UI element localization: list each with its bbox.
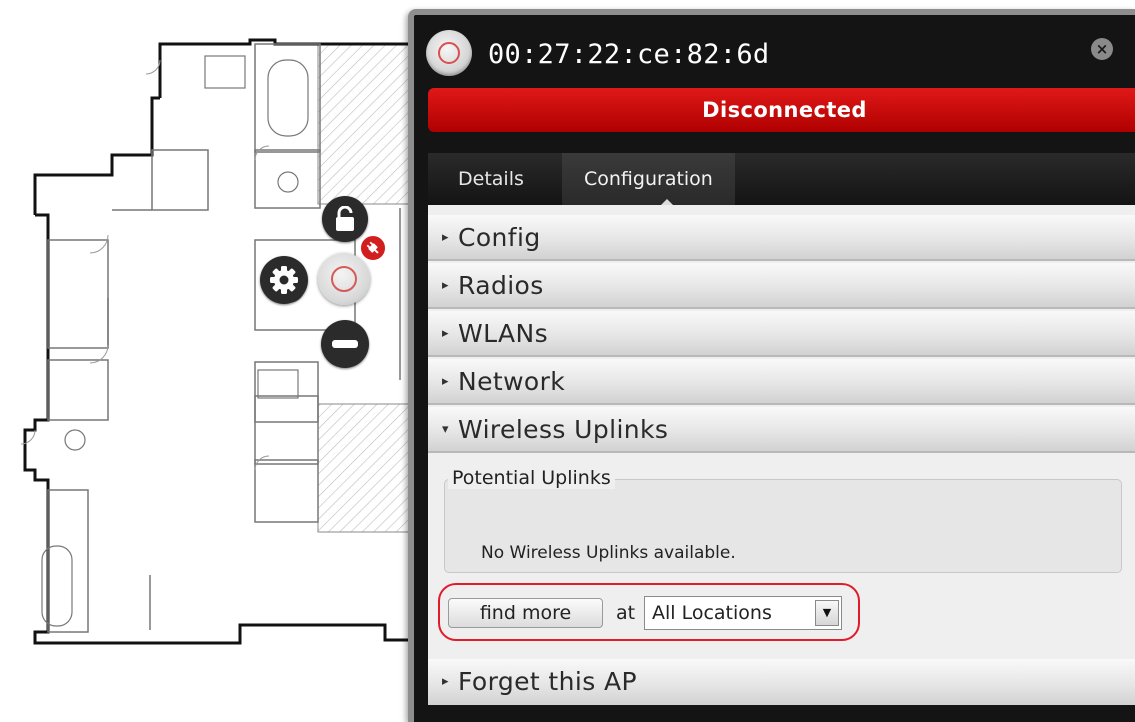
status-banner: Disconnected [428, 88, 1135, 132]
find-more-button[interactable]: find more [448, 598, 603, 628]
section-radios-label: Radios [458, 271, 544, 300]
section-network-label: Network [458, 367, 566, 396]
potential-uplinks-legend: Potential Uplinks [448, 467, 615, 489]
potential-uplinks-group: No Wireless Uplinks available. [444, 479, 1122, 573]
settings-button[interactable] [260, 256, 308, 304]
expanded-arrow-icon: ▾ [442, 422, 449, 437]
access-point-icon [426, 30, 472, 76]
access-point-panel: 00:27:22:ce:82:6d × Disconnected Details… [408, 9, 1135, 722]
section-config[interactable]: ▸ Config [428, 215, 1135, 261]
section-config-label: Config [458, 223, 541, 252]
tab-bar: Details Configuration [428, 153, 1135, 206]
plug-icon [366, 241, 379, 254]
ap-mac-address-title: 00:27:22:ce:82:6d [488, 39, 770, 70]
chevron-down-icon[interactable]: ▼ [815, 600, 839, 626]
section-wireless-uplinks[interactable]: ▾ Wireless Uplinks [428, 407, 1135, 453]
wireless-uplinks-body: No Wireless Uplinks available. Potential… [428, 455, 1135, 659]
section-forget-ap[interactable]: ▸ Forget this AP [428, 659, 1135, 705]
close-icon[interactable]: × [1091, 38, 1113, 60]
configuration-content: ▸ Config ▸ Radios ▸ WLANs ▸ Network ▾ Wi… [428, 205, 1135, 705]
access-point-marker[interactable] [318, 253, 370, 305]
section-wlans[interactable]: ▸ WLANs [428, 311, 1135, 357]
location-select-value: All Locations [652, 602, 772, 624]
section-radios[interactable]: ▸ Radios [428, 263, 1135, 309]
collapsed-arrow-icon: ▸ [442, 326, 449, 341]
panel-body: 00:27:22:ce:82:6d × Disconnected Details… [414, 15, 1135, 722]
collapsed-arrow-icon: ▸ [442, 374, 449, 389]
minus-icon [332, 340, 358, 348]
unlock-icon [336, 206, 354, 231]
collapsed-arrow-icon: ▸ [442, 278, 449, 293]
tab-details[interactable]: Details [442, 153, 540, 205]
at-label: at [616, 602, 636, 624]
no-uplinks-message: No Wireless Uplinks available. [481, 543, 736, 563]
section-network[interactable]: ▸ Network [428, 359, 1135, 405]
location-select[interactable]: All Locations ▼ [644, 596, 842, 630]
tab-configuration[interactable]: Configuration [562, 153, 735, 205]
find-more-highlight: find more at All Locations ▼ [438, 583, 860, 641]
section-forget-ap-label: Forget this AP [458, 667, 637, 696]
collapsed-arrow-icon: ▸ [442, 230, 449, 245]
unlock-button[interactable] [322, 196, 368, 242]
floor-plan[interactable] [0, 0, 440, 722]
remove-button[interactable] [321, 320, 369, 368]
floor-plan-drawing [20, 38, 412, 645]
panel-header: 00:27:22:ce:82:6d × [414, 15, 1135, 91]
section-wlans-label: WLANs [458, 319, 549, 348]
access-point-icon [331, 266, 357, 292]
gear-icon [270, 266, 298, 294]
disconnected-plug-badge [358, 233, 388, 263]
collapsed-arrow-icon: ▸ [442, 674, 449, 689]
section-wireless-uplinks-label: Wireless Uplinks [458, 415, 669, 444]
